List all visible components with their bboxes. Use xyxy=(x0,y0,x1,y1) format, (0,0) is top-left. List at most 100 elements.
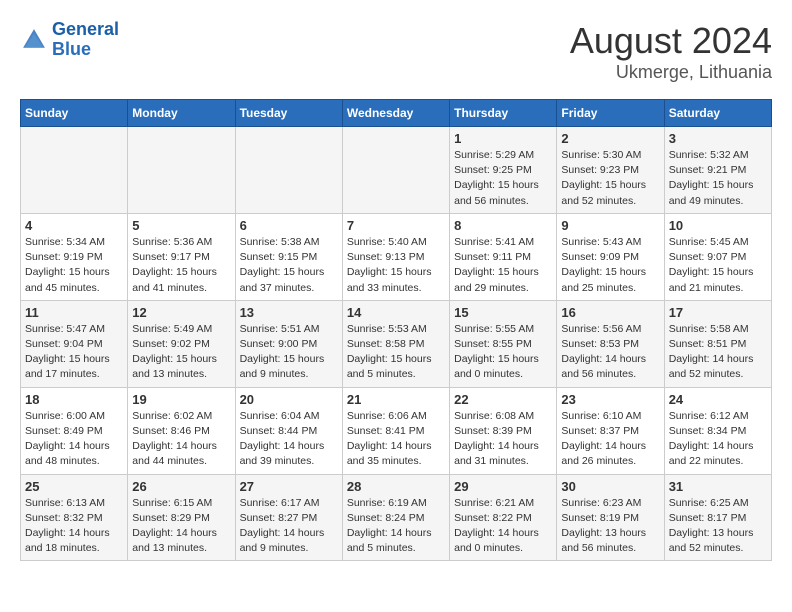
day-cell: 24Sunrise: 6:12 AM Sunset: 8:34 PM Dayli… xyxy=(664,387,771,474)
day-detail: Sunrise: 6:00 AM Sunset: 8:49 PM Dayligh… xyxy=(25,409,123,470)
day-cell: 17Sunrise: 5:58 AM Sunset: 8:51 PM Dayli… xyxy=(664,300,771,387)
day-detail: Sunrise: 5:30 AM Sunset: 9:23 PM Dayligh… xyxy=(561,148,659,209)
day-cell: 15 Sunrise: 5:55 AM Sunset: 8:55 PM Dayli… xyxy=(450,300,557,387)
day-detail: Sunrise: 5:38 AM Sunset: 9:15 PM Dayligh… xyxy=(240,235,338,296)
day-detail: Sunrise: 5:49 AM Sunset: 9:02 PM Dayligh… xyxy=(132,322,230,383)
day-detail: Sunrise: 5:41 AM Sunset: 9:11 PM Dayligh… xyxy=(454,235,552,296)
day-detail: Sunrise: 5:45 AM Sunset: 9:07 PM Dayligh… xyxy=(669,235,767,296)
day-cell: 1 Sunrise: 5:29 AM Sunset: 9:25 PM Daylig… xyxy=(450,127,557,214)
day-number: 5 xyxy=(132,218,230,233)
day-detail: Sunrise: 5:55 AM Sunset: 8:55 PM Dayligh… xyxy=(454,322,552,383)
day-number: 26 xyxy=(132,479,230,494)
day-cell: 8 Sunrise: 5:41 AM Sunset: 9:11 PM Daylig… xyxy=(450,213,557,300)
day-cell xyxy=(21,127,128,214)
day-number: 25 xyxy=(25,479,123,494)
day-number: 8 xyxy=(454,218,552,233)
week-row-5: 25 Sunrise: 6:13 AM Sunset: 8:32 PM Dayli… xyxy=(21,474,772,561)
day-number: 4 xyxy=(25,218,123,233)
day-cell: 30 Sunrise: 6:23 AM Sunset: 8:19 PM Dayli… xyxy=(557,474,664,561)
day-number: 31 xyxy=(669,479,767,494)
day-cell: 27 Sunrise: 6:17 AM Sunset: 8:27 PM Dayli… xyxy=(235,474,342,561)
column-header-wednesday: Wednesday xyxy=(342,100,449,127)
day-detail: Sunrise: 5:43 AM Sunset: 9:09 PM Dayligh… xyxy=(561,235,659,296)
day-number: 20 xyxy=(240,392,338,407)
day-cell: 14 Sunrise: 5:53 AM Sunset: 8:58 PM Dayli… xyxy=(342,300,449,387)
day-number: 23 xyxy=(561,392,659,407)
day-cell: 19Sunrise: 6:02 AM Sunset: 8:46 PM Dayli… xyxy=(128,387,235,474)
day-detail: Sunrise: 6:19 AM Sunset: 8:24 PM Dayligh… xyxy=(347,496,445,557)
day-cell: 7 Sunrise: 5:40 AM Sunset: 9:13 PM Daylig… xyxy=(342,213,449,300)
day-number: 1 xyxy=(454,131,552,146)
day-number: 19 xyxy=(132,392,230,407)
day-cell: 18 Sunrise: 6:00 AM Sunset: 8:49 PM Dayli… xyxy=(21,387,128,474)
day-number: 2 xyxy=(561,131,659,146)
day-detail: Sunrise: 5:40 AM Sunset: 9:13 PM Dayligh… xyxy=(347,235,445,296)
day-number: 28 xyxy=(347,479,445,494)
day-cell: 25 Sunrise: 6:13 AM Sunset: 8:32 PM Dayli… xyxy=(21,474,128,561)
day-number: 10 xyxy=(669,218,767,233)
column-header-monday: Monday xyxy=(128,100,235,127)
day-cell: 28 Sunrise: 6:19 AM Sunset: 8:24 PM Dayli… xyxy=(342,474,449,561)
day-cell xyxy=(342,127,449,214)
day-number: 21 xyxy=(347,392,445,407)
page-title: August 2024 xyxy=(570,20,772,62)
day-detail: Sunrise: 6:12 AM Sunset: 8:34 PM Dayligh… xyxy=(669,409,767,470)
day-number: 13 xyxy=(240,305,338,320)
day-detail: Sunrise: 6:21 AM Sunset: 8:22 PM Dayligh… xyxy=(454,496,552,557)
day-number: 22 xyxy=(454,392,552,407)
day-detail: Sunrise: 6:13 AM Sunset: 8:32 PM Dayligh… xyxy=(25,496,123,557)
week-row-1: 1 Sunrise: 5:29 AM Sunset: 9:25 PM Daylig… xyxy=(21,127,772,214)
week-row-2: 4Sunrise: 5:34 AM Sunset: 9:19 PM Daylig… xyxy=(21,213,772,300)
day-cell: 10 Sunrise: 5:45 AM Sunset: 9:07 PM Dayli… xyxy=(664,213,771,300)
day-cell: 2 Sunrise: 5:30 AM Sunset: 9:23 PM Daylig… xyxy=(557,127,664,214)
day-number: 7 xyxy=(347,218,445,233)
day-cell: 21 Sunrise: 6:06 AM Sunset: 8:41 PM Dayli… xyxy=(342,387,449,474)
day-detail: Sunrise: 5:56 AM Sunset: 8:53 PM Dayligh… xyxy=(561,322,659,383)
day-cell: 29 Sunrise: 6:21 AM Sunset: 8:22 PM Dayli… xyxy=(450,474,557,561)
day-number: 11 xyxy=(25,305,123,320)
day-detail: Sunrise: 6:17 AM Sunset: 8:27 PM Dayligh… xyxy=(240,496,338,557)
day-detail: Sunrise: 6:06 AM Sunset: 8:41 PM Dayligh… xyxy=(347,409,445,470)
day-detail: Sunrise: 5:47 AM Sunset: 9:04 PM Dayligh… xyxy=(25,322,123,383)
day-detail: Sunrise: 5:32 AM Sunset: 9:21 PM Dayligh… xyxy=(669,148,767,209)
week-row-3: 11 Sunrise: 5:47 AM Sunset: 9:04 PM Dayli… xyxy=(21,300,772,387)
week-row-4: 18 Sunrise: 6:00 AM Sunset: 8:49 PM Dayli… xyxy=(21,387,772,474)
column-header-thursday: Thursday xyxy=(450,100,557,127)
day-detail: Sunrise: 6:23 AM Sunset: 8:19 PM Dayligh… xyxy=(561,496,659,557)
day-number: 18 xyxy=(25,392,123,407)
day-number: 29 xyxy=(454,479,552,494)
day-detail: Sunrise: 6:08 AM Sunset: 8:39 PM Dayligh… xyxy=(454,409,552,470)
title-block: August 2024 Ukmerge, Lithuania xyxy=(570,20,772,83)
page-subtitle: Ukmerge, Lithuania xyxy=(570,62,772,83)
logo-icon xyxy=(20,26,48,54)
day-cell: 6Sunrise: 5:38 AM Sunset: 9:15 PM Daylig… xyxy=(235,213,342,300)
day-cell: 9 Sunrise: 5:43 AM Sunset: 9:09 PM Daylig… xyxy=(557,213,664,300)
day-detail: Sunrise: 5:36 AM Sunset: 9:17 PM Dayligh… xyxy=(132,235,230,296)
header-row: SundayMondayTuesdayWednesdayThursdayFrid… xyxy=(21,100,772,127)
day-detail: Sunrise: 5:53 AM Sunset: 8:58 PM Dayligh… xyxy=(347,322,445,383)
column-header-sunday: Sunday xyxy=(21,100,128,127)
day-number: 30 xyxy=(561,479,659,494)
day-number: 9 xyxy=(561,218,659,233)
page-header: General Blue August 2024 Ukmerge, Lithua… xyxy=(20,20,772,83)
day-number: 14 xyxy=(347,305,445,320)
day-number: 16 xyxy=(561,305,659,320)
day-detail: Sunrise: 6:25 AM Sunset: 8:17 PM Dayligh… xyxy=(669,496,767,557)
column-header-tuesday: Tuesday xyxy=(235,100,342,127)
day-cell: 22 Sunrise: 6:08 AM Sunset: 8:39 PM Dayli… xyxy=(450,387,557,474)
day-number: 27 xyxy=(240,479,338,494)
day-cell xyxy=(235,127,342,214)
column-header-friday: Friday xyxy=(557,100,664,127)
day-cell: 31 Sunrise: 6:25 AM Sunset: 8:17 PM Dayli… xyxy=(664,474,771,561)
day-number: 3 xyxy=(669,131,767,146)
day-detail: Sunrise: 5:58 AM Sunset: 8:51 PM Dayligh… xyxy=(669,322,767,383)
day-cell: 12Sunrise: 5:49 AM Sunset: 9:02 PM Dayli… xyxy=(128,300,235,387)
day-number: 15 xyxy=(454,305,552,320)
logo: General Blue xyxy=(20,20,119,60)
day-detail: Sunrise: 5:29 AM Sunset: 9:25 PM Dayligh… xyxy=(454,148,552,209)
day-cell: 26Sunrise: 6:15 AM Sunset: 8:29 PM Dayli… xyxy=(128,474,235,561)
day-cell: 11 Sunrise: 5:47 AM Sunset: 9:04 PM Dayli… xyxy=(21,300,128,387)
day-cell: 4Sunrise: 5:34 AM Sunset: 9:19 PM Daylig… xyxy=(21,213,128,300)
day-cell: 20 Sunrise: 6:04 AM Sunset: 8:44 PM Dayli… xyxy=(235,387,342,474)
day-detail: Sunrise: 6:04 AM Sunset: 8:44 PM Dayligh… xyxy=(240,409,338,470)
